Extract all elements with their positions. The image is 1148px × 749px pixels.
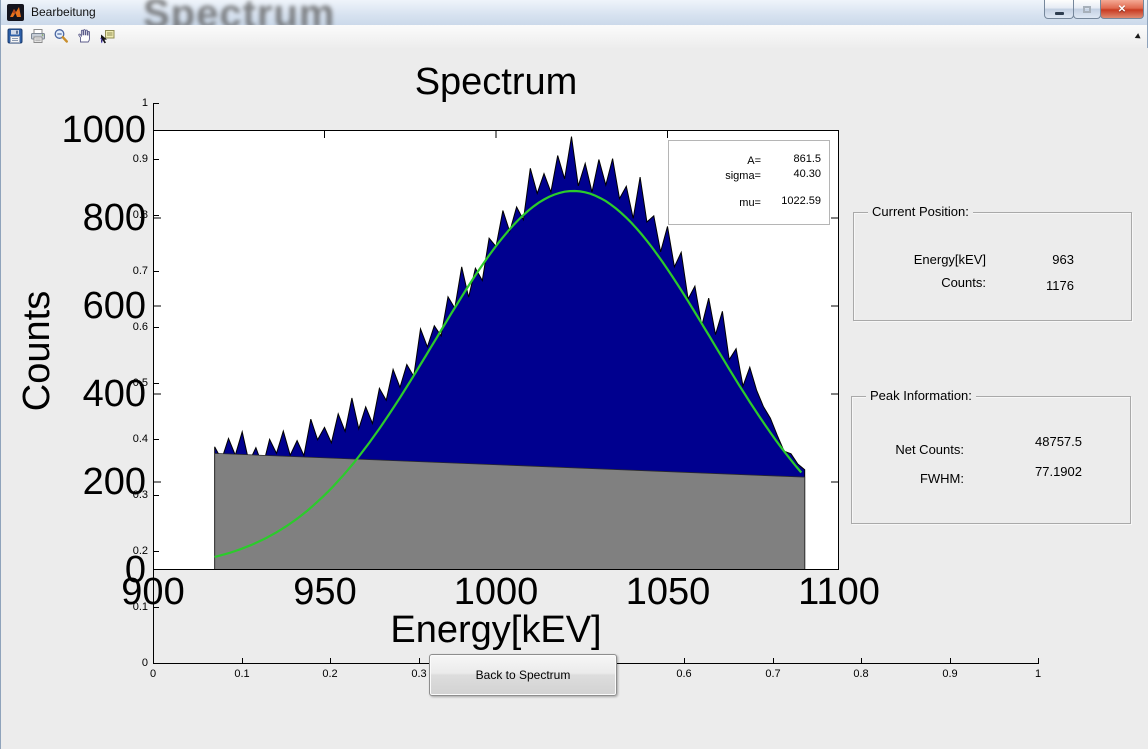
outer-x-tick-label: 0.1: [222, 668, 262, 680]
outer-y-tick-label: 0.9: [31, 153, 148, 165]
outer-x-tick-label: 0.9: [930, 668, 970, 680]
outer-y-tick: [154, 159, 159, 160]
outer-x-tick-label: 0.2: [310, 668, 350, 680]
outer-y-tick: [154, 607, 159, 608]
outer-x-tick: [419, 658, 420, 663]
y-tick-label: 600: [1, 286, 146, 326]
outer-y-tick-label: 0.2: [31, 545, 148, 557]
outer-x-tick: [242, 658, 243, 663]
x-tick-label: 1050: [582, 572, 754, 612]
outer-y-tick: [154, 327, 159, 328]
datatip-button[interactable]: [97, 27, 117, 46]
fit-mu-label: mu=: [669, 197, 761, 209]
fit-annotation-box: A= 861.5 sigma= 40.30 mu= 1022.59: [668, 140, 830, 225]
figure-canvas: Spectrum Counts Energy[kEV] 020040060080…: [1, 48, 1148, 749]
x-axis-label: Energy[kEV]: [296, 609, 696, 652]
net-counts-label: Net Counts:: [852, 442, 964, 457]
outer-y-tick: [154, 495, 159, 496]
outer-y-tick-label: 0.1: [31, 601, 148, 613]
window-title: Bearbeitung: [31, 0, 96, 25]
annotation-row-mu: mu= 1022.59: [669, 197, 821, 209]
back-to-spectrum-button[interactable]: Back to Spectrum: [429, 654, 617, 696]
outer-y-tick-label: 0.7: [31, 265, 148, 277]
datatip-icon: [99, 28, 115, 44]
outer-y-tick: [154, 439, 159, 440]
peak-information-title: Peak Information:: [866, 388, 976, 403]
outer-x-tick: [1038, 658, 1039, 663]
fit-mu-value: 1022.59: [761, 195, 821, 207]
minimize-icon: [1055, 12, 1064, 15]
outer-x-tick: [950, 658, 951, 663]
outer-y-tick: [154, 663, 159, 664]
x-tick-label: 1100: [753, 572, 925, 612]
outer-x-tick-label: 0.6: [664, 668, 704, 680]
outer-y-tick-label: 0: [31, 657, 148, 669]
outer-x-tick-label: 0: [133, 668, 173, 680]
outer-y-tick: [154, 215, 159, 216]
current-position-title: Current Position:: [868, 204, 973, 219]
counts-label: Counts:: [862, 275, 986, 290]
y-axis-label: Counts: [16, 248, 56, 454]
fit-a-label: A=: [669, 155, 761, 167]
pan-icon: [76, 28, 92, 44]
y-tick-label: 1000: [1, 110, 146, 150]
net-counts-value: 48757.5: [1002, 434, 1082, 449]
close-button[interactable]: ✕: [1100, 0, 1144, 19]
pan-button[interactable]: [74, 27, 94, 46]
print-icon: [30, 28, 46, 44]
save-button[interactable]: [5, 27, 25, 46]
maximize-button[interactable]: [1073, 0, 1101, 19]
window-controls: ✕: [1045, 0, 1144, 19]
close-icon: ✕: [1118, 4, 1126, 15]
zoom-icon: [53, 28, 69, 44]
outer-y-tick-label: 0.8: [31, 209, 148, 221]
save-icon: [7, 28, 23, 44]
minimize-button[interactable]: [1044, 0, 1074, 19]
energy-label: Energy[kEV]: [862, 252, 986, 267]
fwhm-label: FWHM:: [852, 471, 964, 486]
figure-toolbar: [1, 25, 1147, 49]
outer-y-tick-label: 0.5: [31, 377, 148, 389]
plot-title: Spectrum: [296, 61, 696, 104]
fit-sigma-value: 40.30: [761, 168, 821, 180]
energy-value: 963: [1014, 252, 1074, 267]
fwhm-value: 77.1902: [1002, 464, 1082, 479]
outer-y-tick-label: 0.4: [31, 433, 148, 445]
outer-x-tick: [684, 658, 685, 663]
outer-y-tick-label: 0.6: [31, 321, 148, 333]
outer-y-tick: [154, 103, 159, 104]
maximize-icon: [1083, 6, 1091, 13]
title-bar: Spectrum Bearbeitung ✕: [1, 0, 1147, 26]
outer-y-tick: [154, 383, 159, 384]
x-tick-label: 950: [239, 572, 411, 612]
outer-y-tick-label: 0.3: [31, 489, 148, 501]
outer-x-tick: [861, 658, 862, 663]
print-button[interactable]: [28, 27, 48, 46]
outer-x-tick: [773, 658, 774, 663]
outer-y-tick: [154, 271, 159, 272]
outer-x-tick-label: 1: [1018, 668, 1058, 680]
toolbar-overflow-icon[interactable]: [1135, 33, 1143, 41]
current-position-panel: Current Position: Energy[kEV] 963 Counts…: [853, 212, 1132, 321]
matlab-icon: [7, 4, 24, 21]
fit-sigma-label: sigma=: [669, 170, 761, 182]
counts-value: 1176: [1014, 278, 1074, 293]
annotation-row-sigma: sigma= 40.30: [669, 170, 821, 182]
outer-x-tick: [153, 658, 154, 663]
zoom-button[interactable]: [51, 27, 71, 46]
fit-a-value: 861.5: [761, 153, 821, 165]
outer-x-tick-label: 0.7: [753, 668, 793, 680]
figure-window: Spectrum Bearbeitung ✕: [0, 0, 1148, 749]
outer-y-tick-label: 1: [31, 97, 148, 109]
outer-y-tick: [154, 551, 159, 552]
annotation-row-a: A= 861.5: [669, 155, 821, 167]
x-tick-label: 1000: [410, 572, 582, 612]
outer-x-tick: [330, 658, 331, 663]
peak-information-panel: Peak Information: Net Counts: 48757.5 FW…: [851, 396, 1131, 524]
outer-x-tick-label: 0.8: [841, 668, 881, 680]
background-window-ghost-title: Spectrum: [143, 0, 336, 26]
